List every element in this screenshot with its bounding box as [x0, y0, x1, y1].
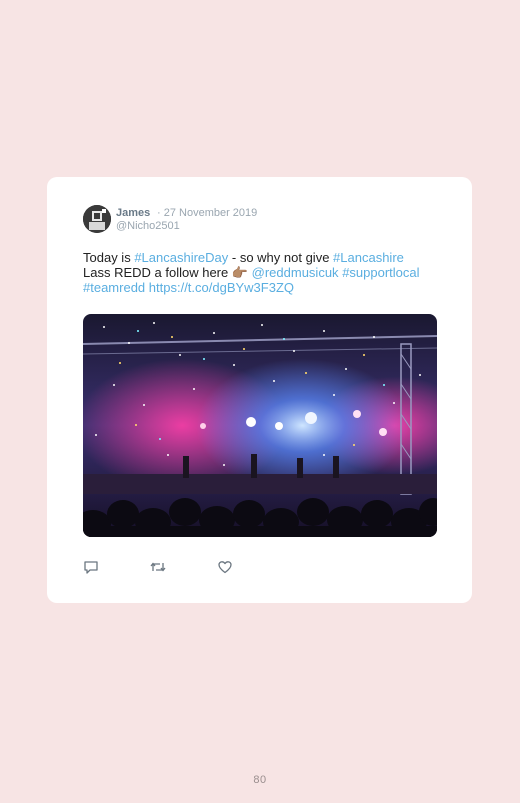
like-icon[interactable]: [217, 559, 233, 575]
hashtag-link[interactable]: #supportlocal: [342, 265, 419, 280]
hashtag-link[interactable]: #teamredd: [83, 280, 145, 295]
retweet-icon[interactable]: [150, 559, 166, 575]
tweet-media-image[interactable]: [83, 314, 437, 537]
hashtag-link[interactable]: #LancashireDay: [134, 250, 228, 265]
mention-link[interactable]: @reddmusicuk: [252, 265, 339, 280]
avatar-image: [83, 205, 111, 233]
text-segment: Lass REDD a follow here: [83, 265, 232, 280]
tweet-date: · 27 November 2019: [157, 207, 258, 219]
author-handle[interactable]: @Nicho2501: [116, 220, 180, 232]
tweet-text: Today is #LancashireDay - so why not giv…: [83, 250, 433, 295]
tweet-card: James · 27 November 2019 @Nicho2501 Toda…: [47, 177, 472, 603]
avatar[interactable]: [83, 205, 111, 233]
url-link[interactable]: https://t.co/dgBYw3F3ZQ: [149, 280, 294, 295]
text-segment: - so why not give: [228, 250, 334, 265]
page-number: 80: [253, 774, 267, 786]
concert-photo: [83, 314, 437, 537]
hashtag-link[interactable]: #Lancashire: [333, 250, 404, 265]
author-name[interactable]: James: [116, 207, 150, 219]
pointing-emoji: 👉🏽: [231, 265, 249, 280]
text-segment: Today is: [83, 250, 135, 265]
reply-icon[interactable]: [83, 559, 99, 575]
